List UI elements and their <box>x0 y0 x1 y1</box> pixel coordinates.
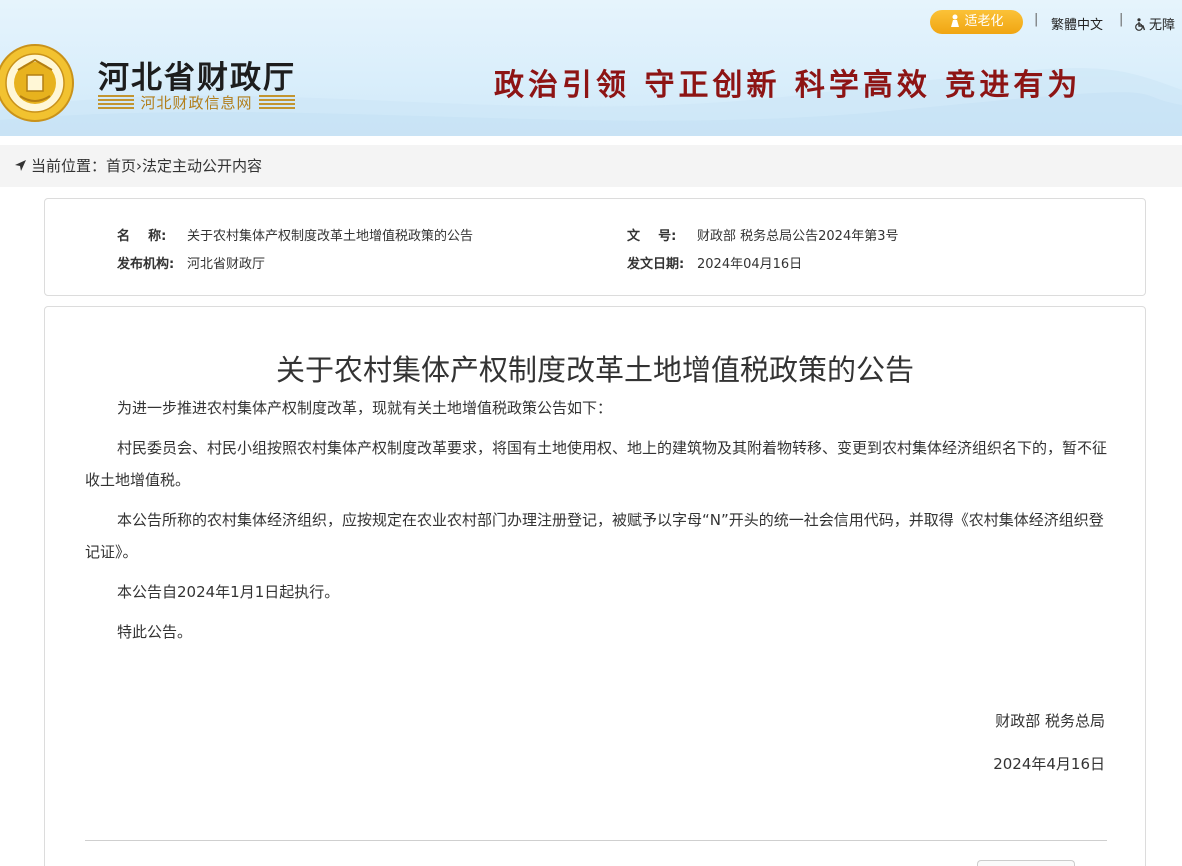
top-link-separator: | <box>1119 12 1124 27</box>
meta-name-label: 名 称: <box>117 229 167 244</box>
subtitle-left-lines <box>98 95 134 109</box>
meta-doc-no-label: 文 号: <box>627 229 677 244</box>
article-signature: 财政部 税务总局 <box>995 712 1105 730</box>
location-arrow-icon <box>15 159 26 171</box>
meta-publisher-row: 发布机构: 河北省财政厅 <box>117 253 265 272</box>
meta-date-label: 发文日期: <box>627 257 685 272</box>
meta-publisher-value: 河北省财政厅 <box>187 257 266 272</box>
document-meta-box: 名 称: 关于农村集体产权制度改革土地增值税政策的公告 文 号: 财政部 税务总局公… <box>44 198 1146 296</box>
article-sign-date: 2024年4月16日 <box>993 755 1105 773</box>
site-subtitle-group: 河北财政信息网 <box>98 92 295 112</box>
meta-name-value: 关于农村集体产权制度改革土地增值税政策的公告 <box>187 229 474 244</box>
article-divider <box>85 840 1107 841</box>
breadcrumb: 当前位置：首页›法定主动公开内容 <box>0 145 1182 187</box>
meta-date-row: 发文日期: 2024年04月16日 <box>627 253 802 272</box>
finance-department-emblem-icon <box>0 44 74 122</box>
article-action-button[interactable] <box>977 860 1075 866</box>
article-title: 关于农村集体产权制度改革土地增值税政策的公告 <box>275 353 914 387</box>
meta-publisher-label: 发布机构: <box>117 257 175 272</box>
site-subtitle: 河北财政信息网 <box>140 94 253 112</box>
article-paragraph: 本公告所称的农村集体经济组织，应按规定在农业农村部门办理注册登记，被赋予以字母“… <box>85 511 1104 561</box>
accessibility-link[interactable]: 无障 <box>1134 14 1175 33</box>
top-link-separator: | <box>1034 12 1039 27</box>
site-title: 河北省财政厅 <box>98 60 296 96</box>
elder-mode-label: 适老化 <box>964 14 1004 29</box>
article-body: 为进一步推进农村集体产权制度改革，现就有关土地增值税政策公告如下： 村民委员会、… <box>85 392 1107 656</box>
traditional-chinese-link[interactable]: 繁體中文 <box>1051 14 1103 33</box>
accessibility-label: 无障 <box>1149 18 1176 33</box>
breadcrumb-home-link[interactable]: 首页 <box>106 157 136 175</box>
meta-doc-no-value: 财政部 税务总局公告2024年第3号 <box>697 229 899 244</box>
elder-mode-button[interactable]: 适老化 <box>930 10 1023 34</box>
header-slogan: 政治引领 守正创新 科学高效 竞进有为 <box>494 68 1082 103</box>
meta-doc-no-row: 文 号: 财政部 税务总局公告2024年第3号 <box>627 225 899 244</box>
meta-date-value: 2024年04月16日 <box>697 257 803 272</box>
article-box: 关于农村集体产权制度改革土地增值税政策的公告 为进一步推进农村集体产权制度改革，… <box>44 306 1146 866</box>
breadcrumb-current-link[interactable]: 法定主动公开内容 <box>142 157 262 175</box>
article-paragraph: 为进一步推进农村集体产权制度改革，现就有关土地增值税政策公告如下： <box>117 399 613 417</box>
elder-person-icon <box>951 14 960 27</box>
subtitle-right-lines <box>259 95 295 109</box>
article-paragraph: 村民委员会、村民小组按照农村集体产权制度改革要求，将国有土地使用权、地上的建筑物… <box>85 439 1108 489</box>
wheelchair-icon <box>1135 17 1146 31</box>
article-paragraph: 本公告自2024年1月1日起执行。 <box>117 583 340 601</box>
site-header: 河北省财政厅 河北财政信息网 政治引领 守正创新 科学高效 竞进有为 适老化 |… <box>0 0 1182 136</box>
article-paragraph: 特此公告。 <box>117 623 193 641</box>
breadcrumb-prefix: 当前位置： <box>31 157 107 175</box>
meta-name-row: 名 称: 关于农村集体产权制度改革土地增值税政策的公告 <box>117 225 473 244</box>
